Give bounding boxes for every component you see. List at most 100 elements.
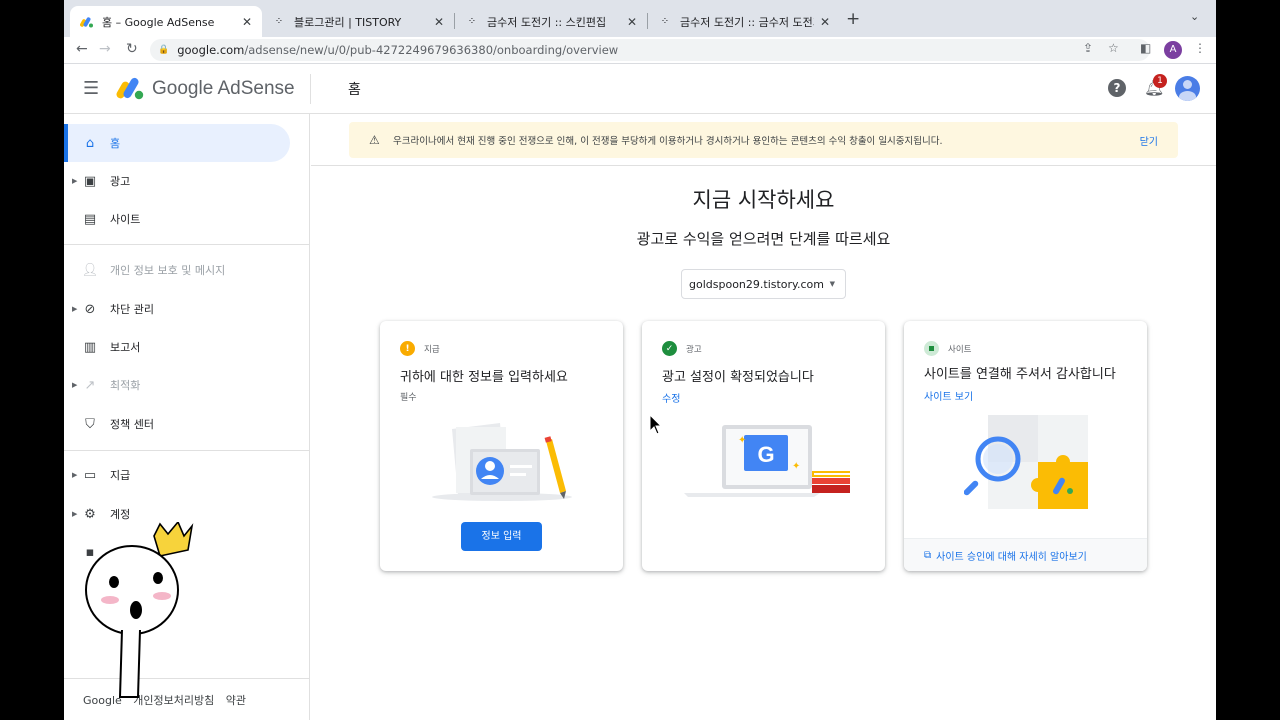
sidebar-item-reports[interactable]: ▥ 보고서 [64,328,290,366]
optimization-icon: ↗ [84,377,96,393]
sidebar-item-label: 사이트 [110,213,141,226]
tab-tistory-manage[interactable]: ⁘ 블로그관리 | TISTORY ✕ [262,6,454,37]
tab-title: 홈 – Google AdSense [102,15,215,29]
svg-text:✦: ✦ [738,435,746,446]
tab-adsense[interactable]: 홈 – Google AdSense ✕ [70,6,262,37]
payments-icon: ▭ [83,467,97,483]
policy-icon: ⛉ [85,416,95,432]
tab-title: 금수저 도전기 :: 금수저 도전기 [680,15,814,29]
sites-icon: ▤ [83,211,97,227]
warning-icon: ⚠ [369,133,380,147]
sidebar-item-ads[interactable]: ▶ ▣ 광고 [64,162,290,200]
browser-profile-avatar[interactable]: A [1164,41,1182,59]
sidebar-item-privacy[interactable]: 👤︎ 개인 정보 보호 및 메시지 [64,251,290,289]
share-icon[interactable]: ⇪ [1083,41,1093,55]
tistory-favicon-icon: ⁘ [274,16,284,27]
learn-site-approval-link[interactable]: ⧉ 사이트 승인에 대해 자세히 알아보기 [904,538,1147,571]
adsense-favicon-icon [80,15,94,29]
svg-text:G: G [757,442,774,467]
card-payments: ! 지급 귀하에 대한 정보를 입력하세요 필수 정보 입력 [380,321,623,571]
tab-title: 블로그관리 | TISTORY [294,15,402,29]
tistory-favicon-icon: ⁘ [660,16,670,27]
privacy-icon: 👤︎ [81,262,99,278]
account-avatar[interactable] [1175,76,1200,101]
header-divider [310,74,311,104]
card-title: 귀하에 대한 정보를 입력하세요 [400,370,568,385]
main-divider [311,165,1216,166]
expand-caret-icon: ▶ [72,510,78,518]
sidebar-item-label: 광고 [110,175,131,188]
sidebar-item-label: 보고서 [110,341,141,354]
view-sites-link[interactable]: 사이트 보기 [924,388,973,403]
gear-icon: ⚙ [84,506,96,522]
forward-icon[interactable]: → [99,41,111,57]
reports-icon: ▥ [83,339,97,355]
card-status: ✓ 광고 [662,341,702,356]
character-sticker-icon [85,522,194,698]
sidebar-item-sites[interactable]: ▤ 사이트 [64,200,290,238]
enter-info-button[interactable]: 정보 입력 [461,522,542,551]
banner-close-button[interactable]: 닫기 [1140,133,1158,148]
sidebar-item-label: 계정 [110,508,131,521]
site-select[interactable]: goldspoon29.tistory.com ▼ [681,269,846,299]
page-title: 홈 [348,82,361,98]
card-title: 사이트를 연결해 주셔서 감사합니다 [924,367,1116,382]
sidebar-item-label: 정책 센터 [110,418,154,431]
footer-terms-link[interactable]: 약관 [226,694,246,707]
banner-message: 우크라이나에서 현재 진행 중인 전쟁으로 인해, 이 전쟁을 부당하게 이용하… [393,136,943,147]
url-field[interactable]: 🔒 google.com/adsense/new/u/0/pub-4272249… [150,39,1150,61]
external-doc-icon: ⧉ [924,549,932,561]
tab-skin-edit[interactable]: ⁘ 금수저 도전기 :: 스킨편집 ✕ [455,6,647,37]
menu-icon[interactable]: ☰ [83,78,99,99]
card-sites: 사이트 사이트를 연결해 주셔서 감사합니다 사이트 보기 ⧉ 사이트 승인에 … [904,321,1147,571]
sidebar-item-label: 최적화 [110,379,141,392]
ads-icon: ▣ [83,173,97,189]
notice-banner: ⚠ 우크라이나에서 현재 진행 중인 전쟁으로 인해, 이 전쟁을 부당하게 이… [349,122,1178,158]
notification-badge: 1 [1153,74,1167,88]
close-tab-icon[interactable]: ✕ [627,15,637,29]
sidebar-divider [64,450,310,451]
block-icon: ⊘ [84,301,96,317]
card-status-label: 광고 [686,344,702,355]
sidebar-item-optimization[interactable]: ▶ ↗ 최적화 [64,366,290,404]
alert-icon: ! [400,341,415,356]
puzzle-search-illustration-icon [964,415,1088,509]
help-icon[interactable]: ? [1108,79,1126,97]
bookmark-star-icon[interactable]: ☆ [1108,41,1119,55]
mouse-cursor-icon [649,414,663,435]
expand-caret-icon: ▶ [72,381,78,389]
back-icon[interactable]: ← [76,41,88,57]
browser-menu-icon[interactable]: ⋮ [1194,41,1206,55]
home-icon: ⌂ [85,135,95,151]
close-tab-icon[interactable]: ✕ [242,15,252,29]
sidebar-item-home[interactable]: ⌂ 홈 [64,124,290,162]
edit-link[interactable]: 수정 [662,390,680,405]
new-tab-icon[interactable]: + [846,9,860,29]
side-panel-icon[interactable]: ◧ [1140,41,1151,55]
sidebar-item-blocking[interactable]: ▶ ⊘ 차단 관리 [64,290,290,328]
check-icon: ✓ [662,341,677,356]
card-status-label: 사이트 [948,344,972,355]
tab-search-chevron-icon[interactable]: ⌄ [1190,10,1199,23]
card-status-label: 지급 [424,344,440,355]
card-ads: ✓ 광고 광고 설정이 확정되었습니다 수정 G ✦ ✦ [642,321,885,571]
sidebar-item-payments[interactable]: ▶ ▭ 지급 [64,456,290,494]
chevron-down-icon: ▼ [829,280,835,288]
url-host: google.com [177,43,245,57]
url-path: /adsense/new/u/0/pub-4272249679636380/on… [244,43,619,57]
id-card-illustration-icon [432,423,572,501]
main-content: ⚠ 우크라이나에서 현재 진행 중인 전쟁으로 인해, 이 전쟁을 부당하게 이… [311,114,1216,720]
site-status-icon [924,341,939,356]
reload-icon[interactable]: ↻ [126,41,138,57]
tab-blog[interactable]: ⁘ 금수저 도전기 :: 금수저 도전기 ✕ [648,6,840,37]
close-tab-icon[interactable]: ✕ [434,15,444,29]
expand-caret-icon: ▶ [72,177,78,185]
card-subtitle: 필수 [400,393,417,403]
close-tab-icon[interactable]: ✕ [820,15,830,29]
footer-link-label: 사이트 승인에 대해 자세히 알아보기 [936,551,1087,563]
sidebar-item-label: 차단 관리 [110,303,154,316]
sidebar-item-policy[interactable]: ⛉ 정책 센터 [64,405,290,443]
card-status: ! 지급 [400,341,440,356]
card-title: 광고 설정이 확정되었습니다 [662,370,814,385]
address-bar: ← → ↻ 🔒 google.com/adsense/new/u/0/pub-4… [64,37,1216,64]
